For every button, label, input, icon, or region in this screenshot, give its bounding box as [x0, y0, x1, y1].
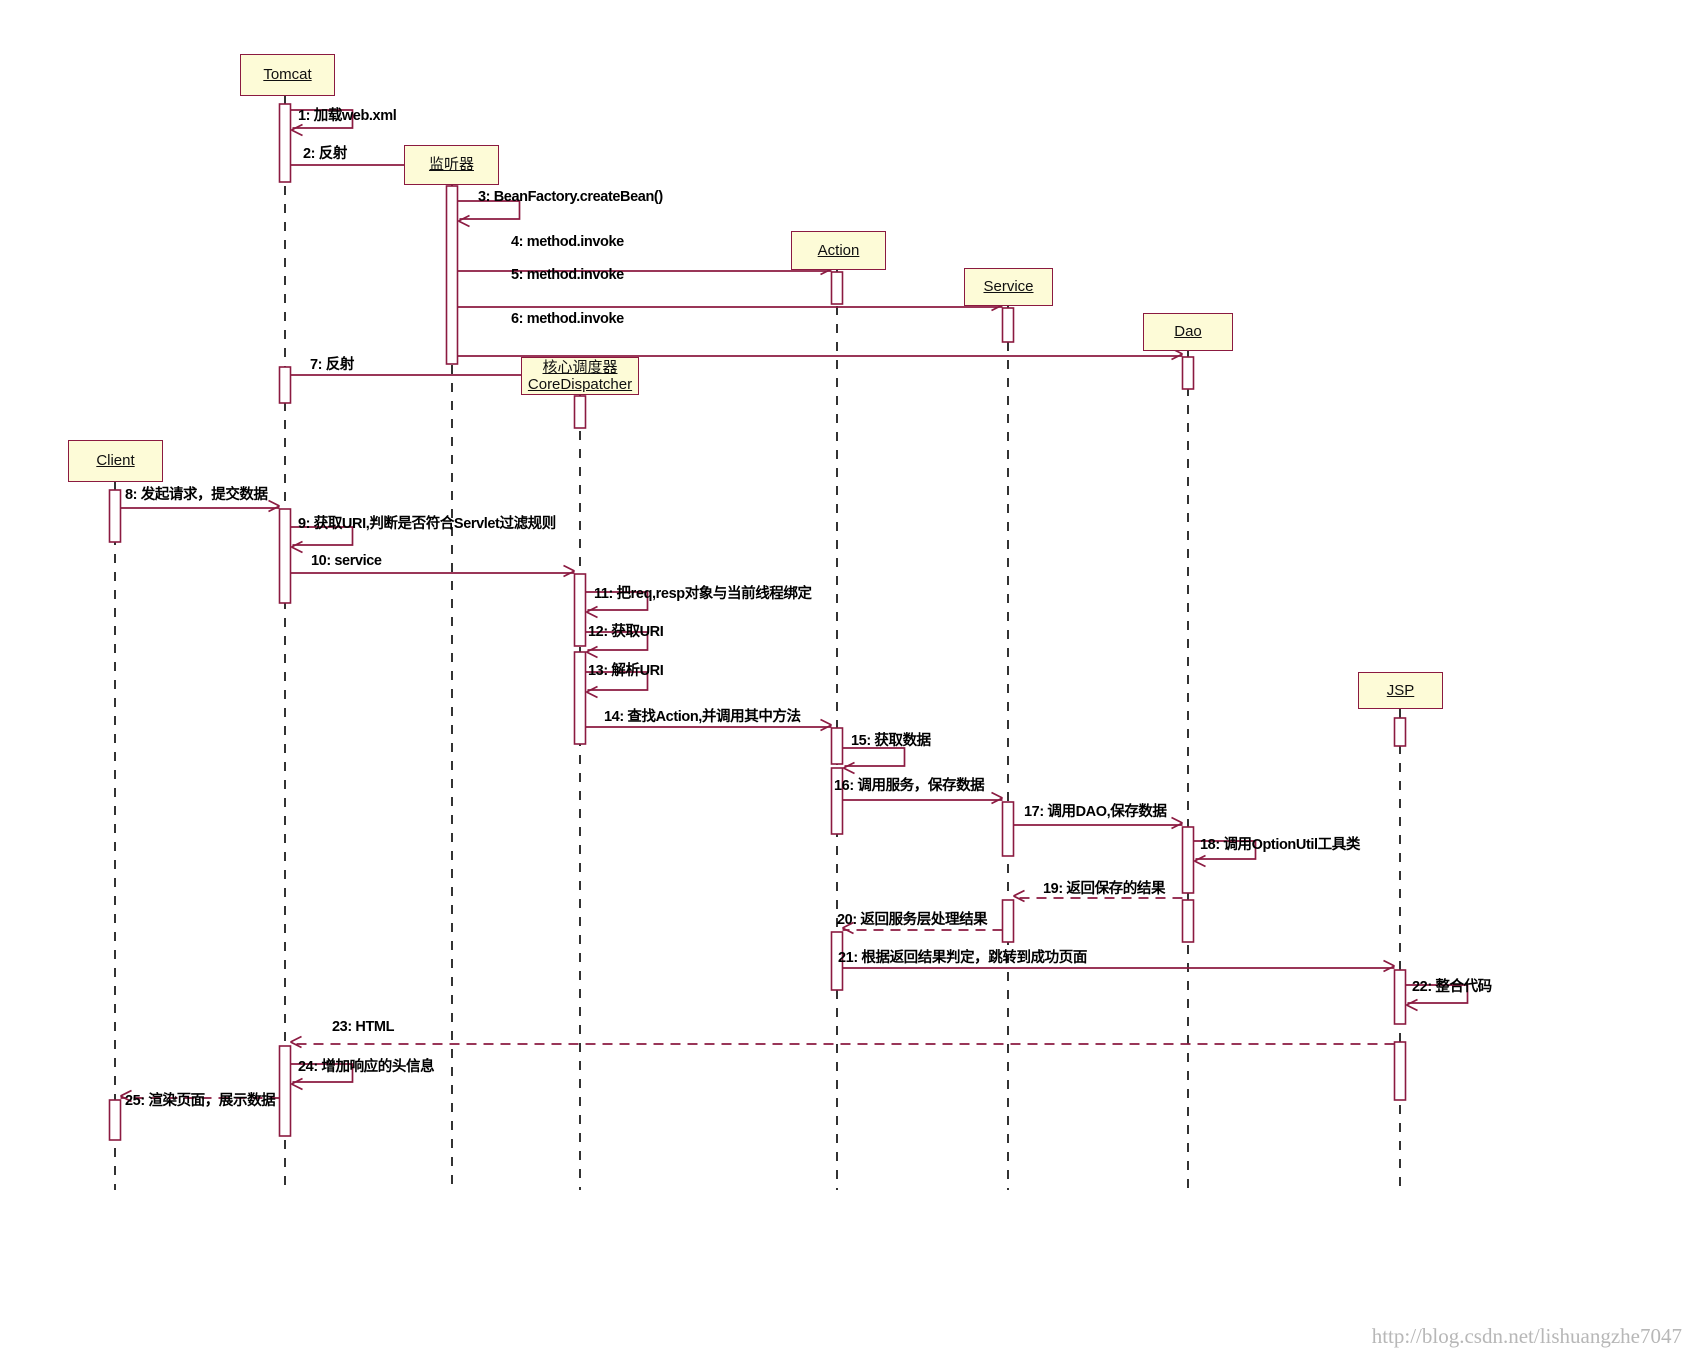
lifeline-box-dao[interactable]: Dao	[1143, 313, 1233, 351]
message-label-4: 4: method.invoke	[511, 234, 624, 250]
message-label-13: 13: 解析URI	[588, 663, 664, 679]
message-label-8: 8: 发起请求，提交数据	[125, 487, 268, 503]
activation-bar-service-3	[1001, 307, 1015, 343]
message-label-7: 7: 反射	[310, 357, 354, 373]
lifeline-label-service: Service	[983, 278, 1034, 296]
lifeline-box-jsp[interactable]: JSP	[1358, 672, 1443, 709]
message-label-6: 6: method.invoke	[511, 311, 624, 327]
sequence-diagram-canvas: Client Tomcat 监听器核心调度器 CoreDispatcher Action…	[0, 0, 1690, 1355]
activation-bar-tomcat-8	[278, 508, 292, 604]
message-label-11: 11: 把req,resp对象与当前线程绑定	[594, 586, 812, 602]
lifeline-label-jsp: JSP	[1386, 681, 1415, 699]
activation-bar-client-22	[108, 1099, 122, 1141]
lifeline-lines-group	[114, 96, 1401, 1190]
activation-bar-jsp-19	[1393, 969, 1407, 1025]
message-label-18: 18: 调用OptionUtil工具类	[1200, 837, 1360, 853]
activation-bar-service-13	[1001, 801, 1015, 857]
activation-bar-client-7	[108, 489, 122, 543]
message-arrow-5[interactable]	[457, 298, 1003, 312]
message-label-3: 3: BeanFactory.createBean()	[478, 189, 663, 205]
message-arrow-15[interactable]	[842, 747, 906, 775]
message-label-24: 24: 增加响应的头信息	[298, 1059, 435, 1075]
lifeline-label-action: Action	[817, 241, 860, 259]
message-label-16: 16: 调用服务，保存数据	[834, 778, 985, 794]
message-label-9: 9: 获取URI,判断是否符合Servlet过滤规则	[298, 516, 556, 532]
message-label-14: 14: 查找Action,并调用其中方法	[604, 709, 801, 725]
activation-bar-action-11	[830, 727, 844, 765]
message-label-1: 1: 加载web.xml	[298, 108, 397, 124]
activation-bar-dispatcher-9	[573, 573, 587, 647]
lifeline-label-dao: Dao	[1174, 323, 1202, 341]
message-label-2: 2: 反射	[303, 146, 347, 162]
activation-bar-tomcat-21	[278, 1045, 292, 1137]
message-arrow-23[interactable]	[290, 1035, 1395, 1049]
lifeline-label-client: Client	[96, 452, 135, 470]
message-label-12: 12: 获取URI	[588, 624, 664, 640]
activation-bar-dao-14	[1181, 826, 1195, 894]
message-label-23: 23: HTML	[332, 1019, 395, 1035]
activation-bar-action-2	[830, 271, 844, 305]
lifeline-label-tomcat: Tomcat	[263, 66, 312, 84]
lifeline-box-action[interactable]: Action	[791, 231, 886, 270]
lifeline-box-dispatcher[interactable]: 核心调度器 CoreDispatcher	[521, 357, 639, 395]
watermark-text: http://blog.csdn.net/lishuangzhe7047	[1371, 1324, 1682, 1348]
activation-bar-dispatcher-10	[573, 651, 587, 745]
message-label-20: 20: 返回服务层处理结果	[837, 912, 988, 928]
activation-bar-jsp-18	[1393, 717, 1407, 747]
lifeline-box-client[interactable]: Client	[68, 440, 163, 482]
message-label-10: 10: service	[311, 553, 382, 569]
activation-bar-dao-4	[1181, 356, 1195, 390]
message-label-21: 21: 根据返回结果判定，跳转到成功页面	[838, 950, 1087, 966]
lifeline-label-dispatcher: 核心调度器	[542, 358, 618, 376]
activation-bar-jsp-20	[1393, 1041, 1407, 1101]
activation-bar-dao-16	[1181, 899, 1195, 943]
message-label-22: 22: 整合代码	[1412, 979, 1492, 995]
activation-bar-dispatcher-6	[573, 395, 587, 429]
activation-bar-tomcat-0	[278, 103, 292, 183]
message-label-25: 25: 渲染页面，展示数据	[125, 1093, 276, 1109]
lifeline-box-tomcat[interactable]: Tomcat	[240, 54, 335, 96]
message-label-19: 19: 返回保存的结果	[1043, 881, 1166, 897]
activation-bar-listener-1	[445, 185, 459, 365]
activation-bar-tomcat-5	[278, 366, 292, 404]
lifeline-label-listener: 监听器	[428, 156, 474, 174]
activation-bars-group	[108, 103, 1407, 1141]
lifeline-label2-dispatcher: CoreDispatcher	[527, 376, 633, 393]
lifeline-box-listener[interactable]: 监听器	[404, 145, 499, 185]
message-label-5: 5: method.invoke	[511, 267, 624, 283]
lifeline-box-service[interactable]: Service	[964, 268, 1053, 306]
message-label-17: 17: 调用DAO,保存数据	[1024, 804, 1167, 820]
message-label-15: 15: 获取数据	[851, 733, 931, 749]
activation-bar-service-15	[1001, 899, 1015, 943]
